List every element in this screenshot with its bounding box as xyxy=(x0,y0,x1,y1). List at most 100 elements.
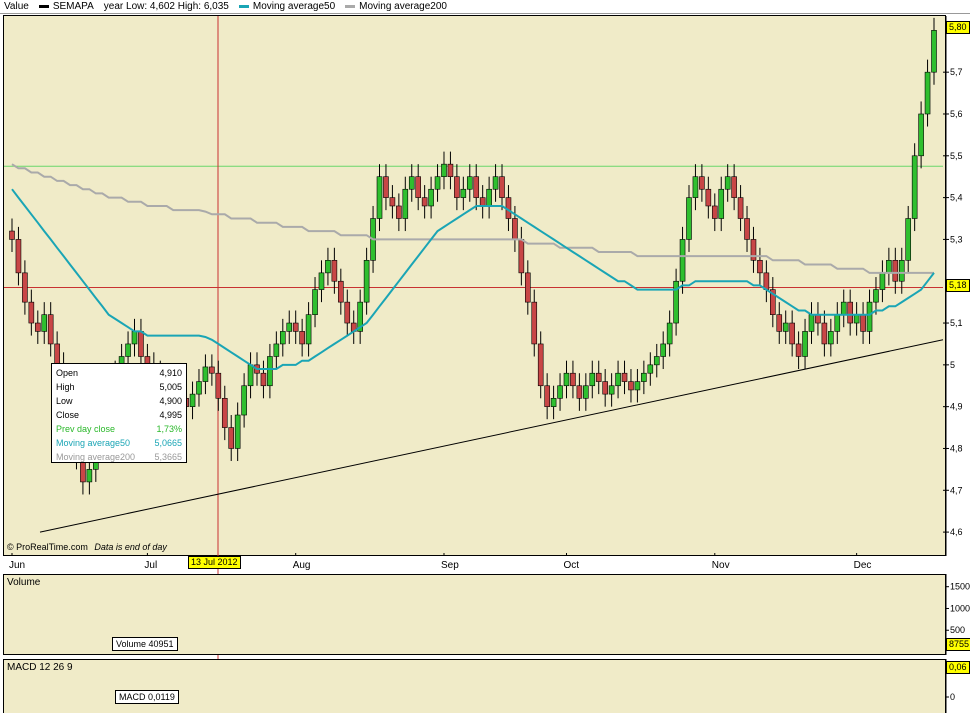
candle-body xyxy=(260,372,267,387)
candle-body xyxy=(279,331,286,345)
candle-body xyxy=(312,289,318,315)
candle-body xyxy=(782,322,789,332)
candle-body xyxy=(866,301,873,332)
prev-close-value: 1,73% xyxy=(156,424,182,434)
candle-body xyxy=(54,343,60,366)
candle-body xyxy=(705,188,712,207)
current-price-tag: 5,80 xyxy=(946,21,970,34)
volume-y-tick-label: 1000 xyxy=(950,603,970,613)
candle-body xyxy=(466,176,473,190)
end-of-day-note: Data is end of day xyxy=(94,542,167,552)
candle-body xyxy=(131,331,138,345)
candle-body xyxy=(499,176,505,198)
price-y-tick-label: 4,7 xyxy=(950,485,963,495)
candle-body xyxy=(828,331,834,345)
candle-body xyxy=(22,272,28,303)
chart-app: Value SEMAPA year Low: 4,602 High: 6,035… xyxy=(0,0,970,713)
month-label: Jun xyxy=(9,560,25,571)
candle-body xyxy=(331,260,338,282)
ma50-line xyxy=(11,188,935,370)
price-y-tick-label: 5,6 xyxy=(950,109,963,119)
candle-body xyxy=(396,205,402,219)
ohlc-tooltip: Open 4,910 High 5,005 Low 4,900 Close 4,995 … xyxy=(51,363,187,463)
candle-body xyxy=(679,239,686,282)
price-y-tick-label: 5,7 xyxy=(950,67,963,77)
candle-body xyxy=(873,289,879,303)
candle-body xyxy=(711,205,718,219)
candle-body xyxy=(847,301,853,324)
open-value: 4,910 xyxy=(159,368,182,378)
price-y-tick-label: 5,4 xyxy=(950,193,963,203)
candle-body xyxy=(570,372,576,387)
candle-body xyxy=(292,322,299,332)
candle-body xyxy=(344,301,351,324)
price-y-tick-label: 4,8 xyxy=(950,443,963,453)
candle-body xyxy=(525,272,531,303)
candle-body xyxy=(247,364,254,387)
candle-body xyxy=(383,176,389,198)
candle-body xyxy=(544,385,550,407)
candle-body xyxy=(641,372,647,382)
volume-title: Volume xyxy=(7,577,41,588)
candle-body xyxy=(234,414,241,449)
candle-body xyxy=(557,385,563,399)
macd-y-tick-label: 0 xyxy=(950,692,955,702)
candle-body xyxy=(267,356,273,387)
month-label: Nov xyxy=(712,560,730,571)
price-y-tick-label: 5 xyxy=(950,360,955,370)
candle-body xyxy=(911,155,918,219)
candle-body xyxy=(795,343,802,357)
month-label: Dec xyxy=(854,560,872,571)
candle-body xyxy=(363,260,370,303)
candle-body xyxy=(563,372,570,387)
crosshair-price-tag: 5,18 xyxy=(946,279,970,292)
candle-body xyxy=(898,260,905,282)
candle-body xyxy=(615,372,621,387)
candle-body xyxy=(537,343,544,387)
candle-body xyxy=(447,163,454,178)
candle-body xyxy=(325,260,331,274)
candle-body xyxy=(428,188,434,207)
candle-body xyxy=(660,343,667,357)
volume-value-box: Volume 40951 xyxy=(112,637,178,651)
tooltip-ma50-value: 5,0665 xyxy=(154,438,182,448)
candle-body xyxy=(853,314,860,324)
candle-body xyxy=(221,397,228,428)
macd-panel[interactable] xyxy=(3,659,946,713)
candle-body xyxy=(757,260,763,274)
month-label: Aug xyxy=(293,560,311,571)
candle-body xyxy=(653,356,660,366)
month-label: Sep xyxy=(441,560,459,571)
footer-note: © ProRealTime.com Data is end of day xyxy=(7,542,167,552)
candle-body xyxy=(441,163,447,178)
candle-body xyxy=(202,366,209,382)
price-y-tick-label: 5,1 xyxy=(950,318,963,328)
candle-body xyxy=(402,188,409,219)
candle-body xyxy=(479,197,486,207)
candle-body xyxy=(376,176,383,219)
tooltip-ma200-label: Moving average200 xyxy=(56,452,136,462)
prev-close-label: Prev day close xyxy=(56,424,116,434)
candle-body xyxy=(776,314,783,332)
candle-body xyxy=(724,176,731,190)
candle-body xyxy=(486,188,492,207)
month-label: Oct xyxy=(563,560,579,571)
candle-body xyxy=(686,197,692,240)
candle-body xyxy=(583,385,589,399)
candle-body xyxy=(879,272,886,290)
copyright-text: © ProRealTime.com xyxy=(7,542,88,552)
candle-body xyxy=(273,343,280,357)
candle-body xyxy=(454,176,460,198)
candle-body xyxy=(802,331,808,357)
high-label: High xyxy=(56,382,75,392)
price-y-tick-label: 5,3 xyxy=(950,234,963,244)
candle-body xyxy=(28,301,35,324)
candle-body xyxy=(389,197,396,207)
macd-last-tag: 0,06 xyxy=(946,661,970,674)
candle-body xyxy=(286,322,293,332)
candle-body xyxy=(634,381,641,391)
price-y-tick-label: 4,9 xyxy=(950,402,963,412)
candle-body xyxy=(621,372,628,382)
candle-body xyxy=(595,372,602,382)
volume-y-tick-label: 500 xyxy=(950,625,965,635)
